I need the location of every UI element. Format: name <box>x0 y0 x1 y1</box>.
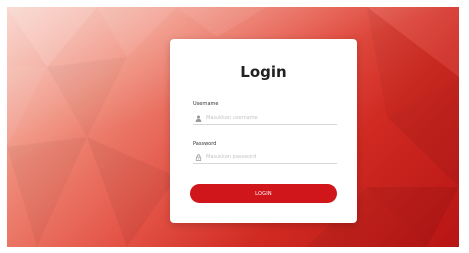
password-input[interactable] <box>206 152 326 162</box>
user-icon <box>194 114 202 122</box>
password-field <box>193 151 337 164</box>
username-label: Username <box>193 101 219 107</box>
login-button[interactable]: LOGIN <box>190 184 337 203</box>
username-field <box>193 112 337 125</box>
lock-icon <box>194 153 202 161</box>
password-label: Password <box>193 141 217 147</box>
login-title: Login <box>240 63 287 81</box>
username-input[interactable] <box>206 113 326 123</box>
